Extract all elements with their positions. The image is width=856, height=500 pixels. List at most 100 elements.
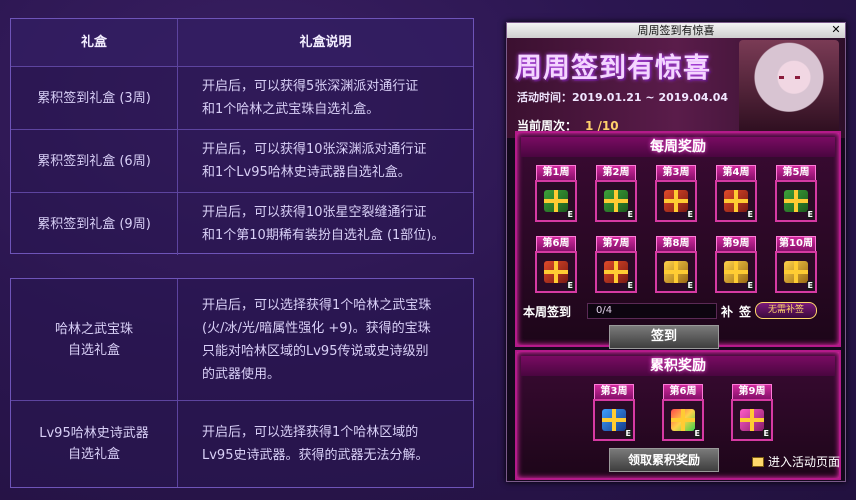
week-label: 第8周 <box>656 236 696 251</box>
epic-badge-icon: E <box>626 281 634 290</box>
reward-slot[interactable]: E <box>593 399 635 441</box>
reward-slot[interactable]: E <box>731 399 773 441</box>
table-row: 累积签到礼盒 (9周) 开启后，可以获得10张星空裂缝通行证 和1个第10期稀有装… <box>11 193 473 255</box>
makeup-button[interactable]: 无需补签 <box>755 302 817 319</box>
gift-box-icon <box>664 190 688 212</box>
banner-title: 周周签到有惊喜 <box>515 53 711 84</box>
week-label: 第3周 <box>594 384 634 399</box>
desc-line: 只能对哈林区域的Lv95传说或史诗级别 <box>202 343 429 359</box>
eye-icon <box>795 76 800 79</box>
epic-badge-icon: E <box>624 429 632 438</box>
week-label: 第7周 <box>596 236 636 251</box>
reward-slot[interactable]: E <box>595 251 637 293</box>
enter-event-page-link[interactable]: 进入活动页面 <box>752 453 840 470</box>
weekly-reward-item[interactable]: 第2周 E <box>590 165 642 222</box>
epic-badge-icon: E <box>686 281 694 290</box>
makeup-label: 补签 <box>721 305 758 319</box>
gift-name: 累积签到礼盒 (3周) <box>11 67 178 129</box>
desc-line: (火/冰/光/暗属性强化 +9)。获得的宝珠 <box>202 320 431 336</box>
reward-slot[interactable]: E <box>655 251 697 293</box>
weekly-rewards-title: 每周奖励 <box>521 137 835 157</box>
reward-slot[interactable]: E <box>715 251 757 293</box>
week-label: 第4周 <box>716 165 756 180</box>
sign-progress: 0/4 <box>587 303 717 319</box>
gift-desc: 开启后，可以获得10张星空裂缝通行证 和1个第10期稀有装扮自选礼盒 (1部位)。 <box>178 193 473 255</box>
week-label: 第2周 <box>596 165 636 180</box>
name-line: 自选礼盒 <box>67 447 120 462</box>
table-row: 累积签到礼盒 (6周) 开启后，可以获得10张深渊派对通行证 和1个Lv95哈林史… <box>11 130 473 193</box>
header-gift: 礼盒 <box>11 19 178 66</box>
reward-slot[interactable]: E <box>775 180 817 222</box>
close-icon[interactable]: ✕ <box>830 23 842 37</box>
epic-badge-icon: E <box>746 281 754 290</box>
name-line: Lv95哈林史诗武器 <box>39 426 149 441</box>
table-row: 累积签到礼盒 (3周) 开启后，可以获得5张深渊派对通行证 和1个哈林之武宝珠自选… <box>11 67 473 130</box>
epic-badge-icon: E <box>626 210 634 219</box>
weekly-reward-item[interactable]: 第1周 E <box>530 165 582 222</box>
reward-slot[interactable]: E <box>715 180 757 222</box>
enter-event-page-label: 进入活动页面 <box>768 455 841 469</box>
claim-accumulated-button[interactable]: 领取累积奖励 <box>609 448 719 472</box>
epic-badge-icon: E <box>566 281 574 290</box>
character-portrait <box>739 40 839 138</box>
reward-slot[interactable]: E <box>662 399 704 441</box>
desc-line: Lv95史诗武器。获得的武器无法分解。 <box>202 448 429 463</box>
accumulated-reward-item[interactable]: 第6周 E <box>657 384 709 441</box>
epic-badge-icon: E <box>746 210 754 219</box>
week-label: 第9周 <box>716 236 756 251</box>
gift-desc: 开启后，可以获得5张深渊派对通行证 和1个哈林之武宝珠自选礼盒。 <box>178 67 473 129</box>
week-label: 第3周 <box>656 165 696 180</box>
gift-table: 礼盒 礼盒说明 累积签到礼盒 (3周) 开启后，可以获得5张深渊派对通行证 和1个… <box>10 18 474 255</box>
desc-line: 和1个第10期稀有装扮自选礼盒 (1部位)。 <box>202 228 445 243</box>
accumulated-reward-item[interactable]: 第3周 E <box>588 384 640 441</box>
desc-line: 开启后，可以获得5张深渊派对通行证 <box>202 79 419 94</box>
week-label: 第6周 <box>536 236 576 251</box>
gift-name: 累积签到礼盒 (9周) <box>11 193 178 255</box>
gift-box-icon <box>544 190 568 212</box>
event-window: 周周签到有惊喜 ✕ 周周签到有惊喜 活动时间：2019.01.21 ~ 2019… <box>506 22 846 482</box>
event-banner: 周周签到有惊喜 活动时间：2019.01.21 ~ 2019.04.04 当前周… <box>507 38 845 138</box>
desc-line: 的武器使用。 <box>202 366 281 382</box>
gift-desc: 开启后，可以获得10张深渊派对通行证 和1个Lv95哈林史诗武器自选礼盒。 <box>178 130 473 192</box>
gift-box-icon <box>602 409 626 431</box>
eye-icon <box>779 76 784 79</box>
gift-name: Lv95哈林史诗武器 自选礼盒 <box>11 401 178 487</box>
weekly-reward-item[interactable]: 第9周 E <box>710 236 762 293</box>
event-date: 活动时间：2019.01.21 ~ 2019.04.04 <box>517 91 729 104</box>
reward-slot[interactable]: E <box>535 180 577 222</box>
window-titlebar[interactable]: 周周签到有惊喜 ✕ <box>507 23 845 38</box>
desc-line: 开启后，可以选择获得1个哈林之武宝珠 <box>202 297 432 313</box>
gift-box-icon <box>784 190 808 212</box>
gift-desc: 开启后，可以选择获得1个哈林区域的 Lv95史诗武器。获得的武器无法分解。 <box>178 401 473 487</box>
reward-slot[interactable]: E <box>535 251 577 293</box>
weekly-reward-item[interactable]: 第4周 E <box>710 165 762 222</box>
name-line: 自选礼盒 <box>67 342 120 358</box>
desc-line: 开启后，可以选择获得1个哈林区域的 <box>202 425 419 440</box>
reward-slot[interactable]: E <box>775 251 817 293</box>
window-title: 周周签到有惊喜 <box>637 24 715 37</box>
weekly-reward-item[interactable]: 第3周 E <box>650 165 702 222</box>
weekly-reward-item[interactable]: 第7周 E <box>590 236 642 293</box>
epic-badge-icon: E <box>566 210 574 219</box>
table-header: 礼盒 礼盒说明 <box>11 19 473 67</box>
accumulated-reward-item[interactable]: 第9周 E <box>726 384 778 441</box>
weekly-reward-item[interactable]: 第6周 E <box>530 236 582 293</box>
weekly-reward-item[interactable]: 第5周 E <box>770 165 822 222</box>
accumulated-rewards-title: 累积奖励 <box>521 356 835 376</box>
desc-line: 和1个哈林之武宝珠自选礼盒。 <box>202 102 380 117</box>
gift-box-icon <box>784 261 808 283</box>
gift-box-icon <box>664 261 688 283</box>
page-icon <box>752 456 764 467</box>
gift-desc: 开启后，可以选择获得1个哈林之武宝珠 (火/冰/光/暗属性强化 +9)。获得的宝… <box>178 279 473 400</box>
gift-box-icon <box>671 409 695 431</box>
desc-line: 开启后，可以获得10张深渊派对通行证 <box>202 142 427 157</box>
epic-badge-icon: E <box>806 210 814 219</box>
sign-in-button[interactable]: 签到 <box>609 325 719 349</box>
reward-slot[interactable]: E <box>595 180 637 222</box>
reward-slot[interactable]: E <box>655 180 697 222</box>
gift-box-icon <box>604 190 628 212</box>
header-desc: 礼盒说明 <box>299 35 352 50</box>
weekly-reward-item[interactable]: 第10周 E <box>770 236 822 293</box>
weekly-reward-item[interactable]: 第8周 E <box>650 236 702 293</box>
desc-line: 和1个Lv95哈林史诗武器自选礼盒。 <box>202 165 411 180</box>
